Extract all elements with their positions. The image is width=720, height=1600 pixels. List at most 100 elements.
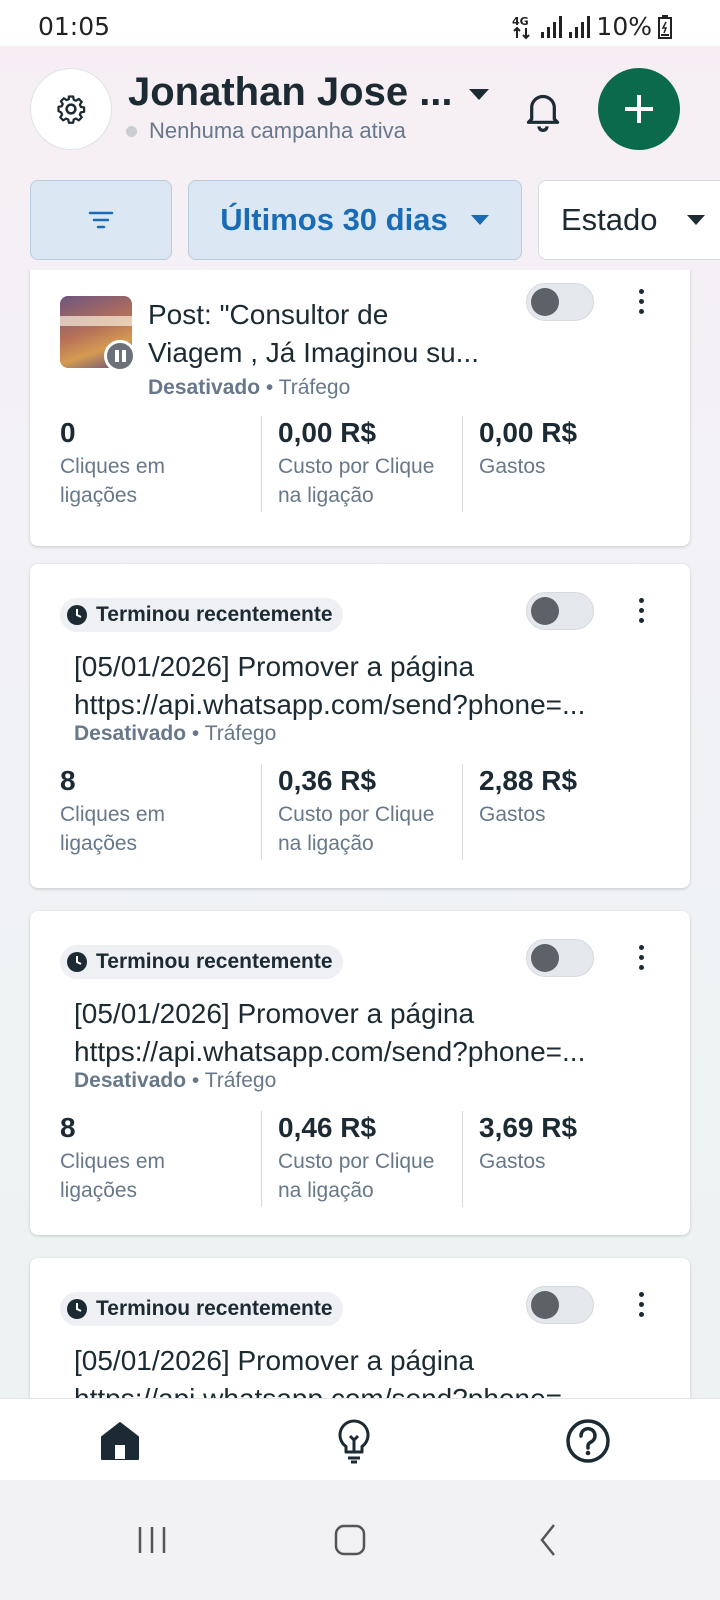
metric-label: Custo por Clique	[278, 803, 435, 826]
ended-recently-badge: Terminou recentemente	[60, 945, 343, 979]
filter-row: Últimos 30 dias Estado	[0, 176, 720, 262]
nav-help[interactable]	[564, 1417, 612, 1465]
campaign-toggle[interactable]	[526, 283, 594, 321]
chevron-down-icon[interactable]	[468, 88, 490, 102]
metric-label: ligações	[60, 484, 138, 507]
metric-label: na ligação	[278, 484, 374, 507]
clock-icon	[67, 605, 87, 625]
campaign-status-text: Nenhuma campanha ativa	[149, 118, 406, 143]
bell-icon	[526, 94, 560, 132]
metric-clicks: 8 Cliques em ligações	[60, 764, 261, 860]
date-range-label: Últimos 30 dias	[220, 202, 448, 237]
filter-button[interactable]	[30, 180, 172, 260]
create-campaign-button[interactable]	[598, 68, 680, 150]
metric-value: 0,46 R$	[278, 1112, 377, 1143]
campaign-objective: • Tráfego	[191, 722, 277, 745]
chevron-down-icon	[686, 215, 705, 225]
bottom-nav	[0, 1398, 720, 1480]
filter-icon	[88, 211, 114, 229]
nav-home[interactable]	[96, 1417, 144, 1465]
state-dropdown[interactable]: Estado	[538, 180, 720, 260]
campaign-card[interactable]: Post: "Consultor de Viagem , Já Imaginou…	[30, 270, 690, 546]
metric-label: Gastos	[479, 803, 546, 826]
back-button[interactable]	[528, 1520, 568, 1560]
metric-label: Custo por Clique	[278, 455, 435, 478]
campaign-card[interactable]: Terminou recentemente [05/01/2026] Promo…	[30, 911, 690, 1235]
metric-cost-per-click: 0,00 R$ Custo por Clique na ligação	[261, 416, 462, 512]
campaign-meta: Desativado • Tráfego	[148, 376, 350, 400]
settings-button[interactable]	[30, 68, 112, 150]
metric-value: 8	[60, 1112, 76, 1143]
campaign-meta: Desativado • Tráfego	[74, 722, 276, 746]
campaign-toggle[interactable]	[526, 592, 594, 630]
metric-value: 8	[60, 765, 76, 796]
metric-label: na ligação	[278, 832, 374, 855]
metric-label: ligações	[60, 1179, 138, 1202]
gear-icon	[57, 95, 86, 124]
pause-icon	[104, 340, 136, 372]
home-icon	[101, 1422, 139, 1460]
campaign-title: [05/01/2026] Promover a página https://a…	[74, 995, 654, 1071]
badge-label: Terminou recentemente	[96, 603, 333, 626]
nav-insights[interactable]	[330, 1417, 378, 1465]
metric-label: Cliques em	[60, 803, 166, 826]
ended-recently-badge: Terminou recentemente	[60, 598, 343, 632]
campaign-card[interactable]: Terminou recentemente [05/01/2026] Promo…	[30, 1258, 690, 1398]
header: Jonathan Jose ... Nenhuma campanha ativa	[0, 46, 720, 176]
status-dot	[126, 125, 137, 137]
metric-label: Custo por Clique	[278, 1150, 435, 1173]
metric-label: ligações	[60, 832, 138, 855]
back-icon	[540, 1524, 555, 1556]
signal-icon-2	[569, 15, 591, 38]
metric-label: Gastos	[479, 1150, 546, 1173]
metric-label: na ligação	[278, 1179, 374, 1202]
status-bar: 01:05 4G 10%	[0, 0, 720, 46]
campaign-status: Nenhuma campanha ativa	[126, 118, 406, 144]
state-label: Estado	[561, 202, 658, 237]
metric-spent: 0,00 R$ Gastos	[462, 416, 663, 512]
date-range-dropdown[interactable]: Últimos 30 dias	[188, 180, 522, 260]
more-options-button[interactable]	[626, 281, 656, 321]
campaign-status-label: Desativado	[74, 1069, 187, 1092]
campaign-toggle[interactable]	[526, 939, 594, 977]
clock-icon	[67, 1299, 87, 1319]
metric-cost-per-click: 0,46 R$ Custo por Clique na ligação	[261, 1111, 462, 1207]
lightbulb-icon	[338, 1419, 370, 1464]
campaign-toggle[interactable]	[526, 1286, 594, 1324]
campaign-metrics: 8 Cliques em ligações 0,46 R$ Custo por C…	[60, 1111, 664, 1207]
status-time: 01:05	[38, 12, 111, 41]
home-system-button[interactable]	[330, 1520, 370, 1560]
campaign-title-line1: [05/01/2026] Promover a página	[74, 651, 475, 682]
battery-icon	[658, 14, 672, 39]
recent-apps-button[interactable]	[132, 1520, 172, 1560]
more-options-button[interactable]	[626, 590, 656, 630]
metric-value: 3,69 R$	[479, 1112, 578, 1143]
metric-label: Cliques em	[60, 455, 166, 478]
more-options-button[interactable]	[626, 937, 656, 977]
notifications-button[interactable]	[518, 86, 568, 136]
account-name[interactable]: Jonathan Jose ...	[128, 70, 453, 115]
campaign-title: [05/01/2026] Promover a página https://a…	[74, 1342, 654, 1398]
more-options-button[interactable]	[626, 1284, 656, 1324]
campaign-title-line1: [05/01/2026] Promover a página	[74, 1345, 475, 1376]
metric-value: 0,00 R$	[479, 417, 578, 448]
badge-label: Terminou recentemente	[96, 1297, 333, 1320]
campaign-card[interactable]: Terminou recentemente [05/01/2026] Promo…	[30, 564, 690, 888]
ended-recently-badge: Terminou recentemente	[60, 1292, 343, 1326]
status-indicators: 4G 10%	[512, 12, 672, 41]
metric-label: Cliques em	[60, 1150, 166, 1173]
metric-clicks: 8 Cliques em ligações	[60, 1111, 261, 1207]
campaign-meta: Desativado • Tráfego	[74, 1069, 276, 1093]
campaign-list: Post: "Consultor de Viagem , Já Imaginou…	[0, 270, 720, 1398]
signal-icon	[541, 15, 563, 38]
campaign-metrics: 0 Cliques em ligações 0,00 R$ Custo por C…	[60, 416, 664, 512]
metric-label: Gastos	[479, 455, 546, 478]
campaign-objective: • Tráfego	[191, 1069, 277, 1092]
badge-label: Terminou recentemente	[96, 950, 333, 973]
campaign-title: [05/01/2026] Promover a página https://a…	[74, 648, 654, 724]
network-4g-icon: 4G	[512, 15, 531, 39]
metric-value: 0	[60, 417, 76, 448]
campaign-status-label: Desativado	[74, 722, 187, 745]
campaign-title-line2: https://api.whatsapp.com/send?phone=...	[74, 1036, 586, 1067]
metric-value: 0,00 R$	[278, 417, 377, 448]
